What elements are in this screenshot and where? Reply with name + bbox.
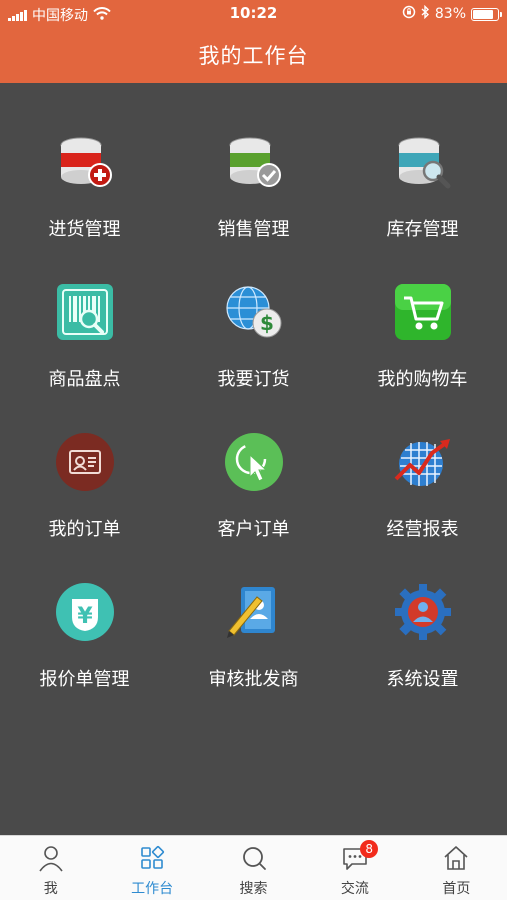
tile-stock-count[interactable]: 商品盘点 bbox=[0, 233, 169, 390]
battery-percent: 83% bbox=[434, 6, 466, 22]
tile-inventory-management[interactable]: 库存管理 bbox=[338, 83, 507, 240]
tile-my-orders[interactable]: 我的订单 bbox=[0, 383, 169, 540]
search-icon bbox=[240, 844, 268, 872]
tab-label: 工作台 bbox=[131, 881, 174, 897]
tile-quotation-management[interactable]: ¥ 报价单管理 bbox=[0, 533, 169, 690]
shopping-cart-icon bbox=[392, 281, 454, 343]
tile-customer-orders[interactable]: 客户订单 bbox=[169, 383, 338, 540]
orientation-lock-icon bbox=[402, 5, 416, 23]
apps-icon bbox=[138, 844, 166, 872]
tab-search[interactable]: 搜索 bbox=[203, 836, 304, 900]
home-icon bbox=[442, 844, 470, 872]
tab-label: 交流 bbox=[340, 881, 369, 897]
tab-me[interactable]: 我 bbox=[0, 836, 101, 900]
bluetooth-icon bbox=[421, 4, 430, 23]
database-add-icon bbox=[54, 131, 116, 193]
svg-text:$: $ bbox=[260, 311, 274, 335]
tile-label: 报价单管理 bbox=[39, 669, 130, 690]
battery-icon bbox=[471, 7, 502, 21]
trend-chart-icon bbox=[392, 431, 454, 493]
bottom-tab-bar: 我 工作台 搜索 8 交流 首页 bbox=[0, 835, 507, 900]
workbench-grid: 进货管理 销售管理 库存管理 商品盘点 $ 我要订货 我的购物车 我的订单 客户… bbox=[0, 83, 507, 835]
tab-workbench[interactable]: 工作台 bbox=[101, 836, 202, 900]
unread-badge: 8 bbox=[360, 840, 379, 858]
tile-label: 系统设置 bbox=[386, 669, 459, 690]
user-gear-icon bbox=[392, 581, 454, 643]
contact-book-icon bbox=[223, 581, 285, 643]
database-check-icon bbox=[223, 131, 285, 193]
tile-business-reports[interactable]: 经营报表 bbox=[338, 383, 507, 540]
tab-chat[interactable]: 8 交流 bbox=[304, 836, 405, 900]
svg-text:¥: ¥ bbox=[77, 604, 93, 629]
yen-quote-icon: ¥ bbox=[54, 581, 116, 643]
order-card-icon bbox=[54, 431, 116, 493]
tab-label: 搜索 bbox=[239, 881, 268, 897]
tile-review-wholesalers[interactable]: 审核批发商 bbox=[169, 533, 338, 690]
tile-system-settings[interactable]: 系统设置 bbox=[338, 533, 507, 690]
header-bar: 中国移动 10:22 83% 我的工作台 bbox=[0, 0, 507, 83]
tile-place-order[interactable]: $ 我要订货 bbox=[169, 233, 338, 390]
page-title: 我的工作台 bbox=[198, 44, 309, 68]
barcode-scan-icon bbox=[54, 281, 116, 343]
database-search-icon bbox=[392, 131, 454, 193]
tab-label: 我 bbox=[43, 881, 58, 897]
globe-money-icon: $ bbox=[223, 281, 285, 343]
pointer-click-icon bbox=[223, 431, 285, 493]
tile-purchase-management[interactable]: 进货管理 bbox=[0, 83, 169, 240]
tab-home[interactable]: 首页 bbox=[406, 836, 507, 900]
tab-label: 首页 bbox=[442, 881, 471, 897]
tile-sales-management[interactable]: 销售管理 bbox=[169, 83, 338, 240]
tile-label: 审核批发商 bbox=[208, 669, 299, 690]
tile-my-cart[interactable]: 我的购物车 bbox=[338, 233, 507, 390]
person-icon bbox=[37, 844, 65, 872]
status-bar: 中国移动 10:22 83% bbox=[0, 0, 507, 28]
